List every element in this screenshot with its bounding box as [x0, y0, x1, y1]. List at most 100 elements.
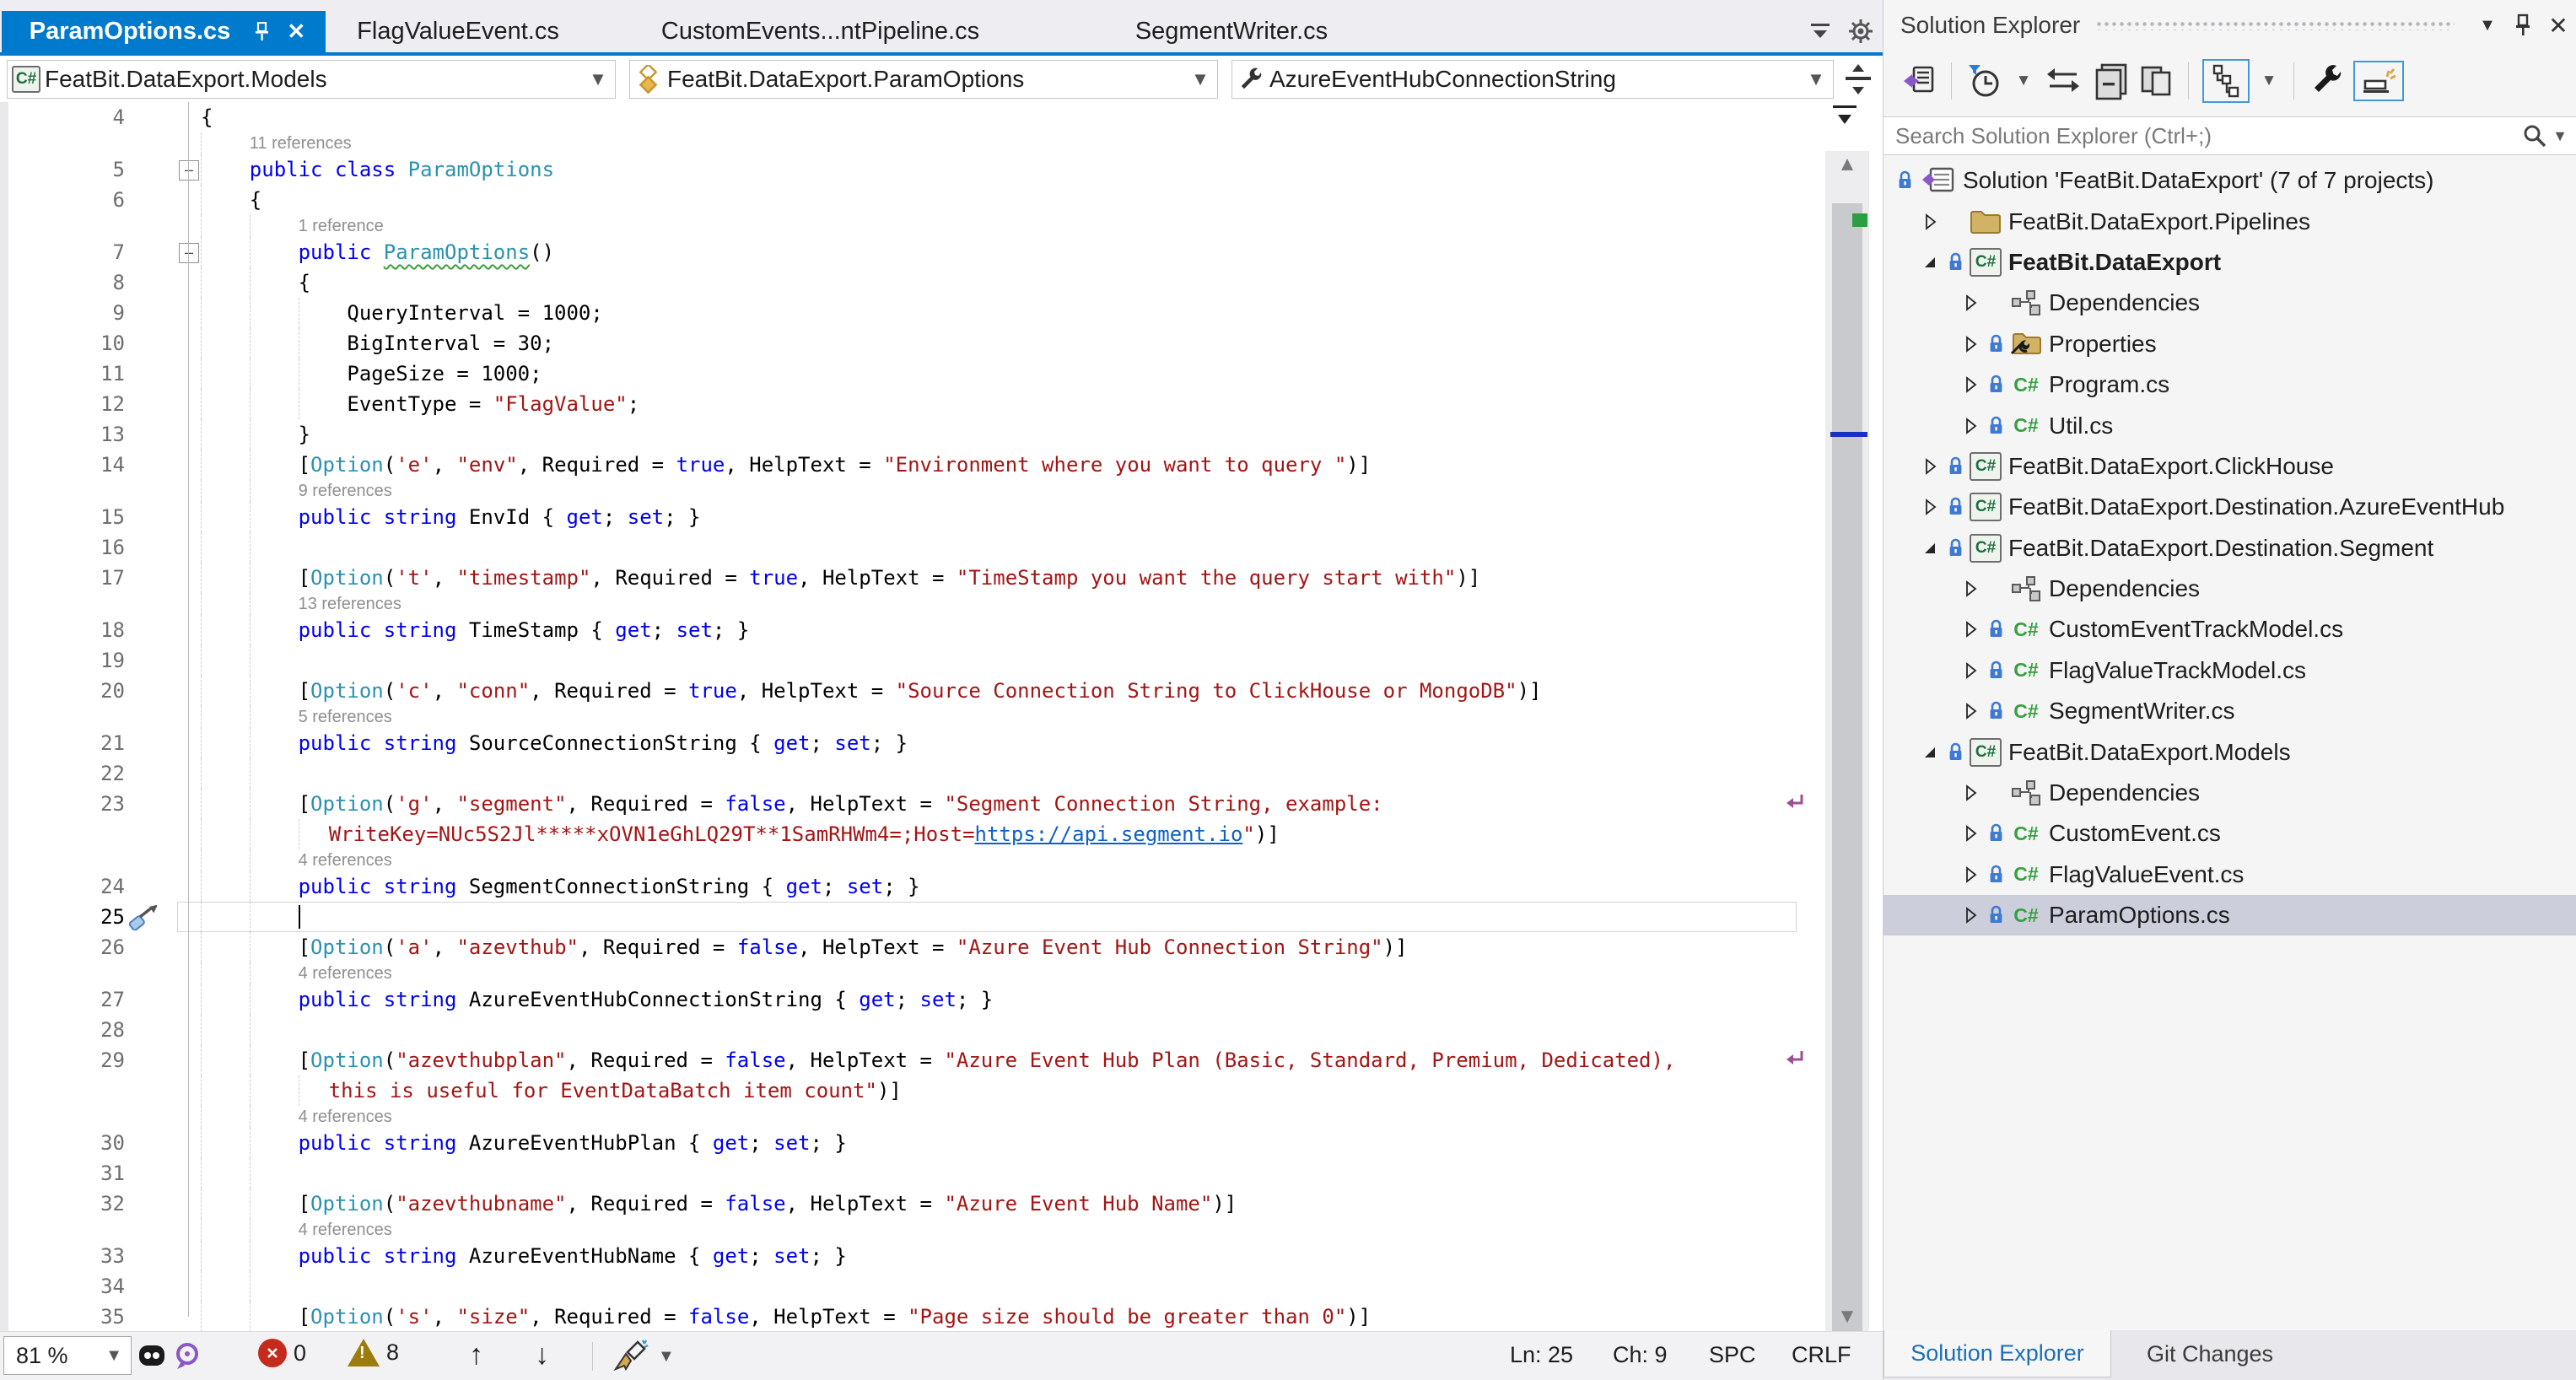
- code-text[interactable]: [201, 1015, 1788, 1045]
- tree-item-flagvaluetrackmodel-cs[interactable]: C#FlagValueTrackModel.cs: [1883, 650, 2576, 691]
- tree-item-customevent-cs[interactable]: C#CustomEvent.cs: [1883, 813, 2576, 854]
- tree-item-util-cs[interactable]: C#Util.cs: [1883, 405, 2576, 445]
- codelens-references[interactable]: 4 references: [299, 962, 392, 984]
- code-text[interactable]: public string AzureEventHubConnectionStr…: [201, 984, 1788, 1015]
- code-text[interactable]: BigInterval = 30;: [201, 328, 1788, 358]
- code-text[interactable]: [201, 532, 1788, 563]
- code-text[interactable]: [Option("azevthubname", Required = false…: [201, 1189, 1788, 1219]
- pin-icon[interactable]: [245, 15, 279, 49]
- line-indicator[interactable]: Ln: 25: [1510, 1342, 1573, 1368]
- code-cleanup-button[interactable]: ▼: [612, 1339, 675, 1374]
- code-text[interactable]: PageSize = 1000;: [201, 358, 1788, 389]
- properties-wrench-icon[interactable]: [2308, 59, 2345, 103]
- code-text[interactable]: [Option('c', "conn", Required = true, He…: [201, 676, 1788, 706]
- code-text[interactable]: [Option('s', "size", Required = false, H…: [201, 1302, 1788, 1331]
- tree-item-paramoptions-cs[interactable]: C#ParamOptions.cs: [1883, 895, 2576, 935]
- code-line[interactable]: 16: [0, 532, 1822, 563]
- editor-scrollbar[interactable]: ▲ ▼: [1822, 102, 1883, 1331]
- caret-collapsed-icon[interactable]: [1956, 824, 1985, 843]
- caret-collapsed-icon[interactable]: [1956, 335, 1985, 353]
- code-wrap-line[interactable]: WriteKey=NUc5S2Jl*****xOVN1eGhLQ29T**1Sa…: [0, 819, 1822, 849]
- tab-ParamOptions.cs[interactable]: ParamOptions.cs✕: [2, 11, 326, 52]
- caret-expanded-icon[interactable]: [1916, 540, 1944, 557]
- code-wrap-line[interactable]: this is useful for EventDataBatch item c…: [0, 1075, 1822, 1106]
- tree-item-program-cs[interactable]: C#Program.cs: [1883, 364, 2576, 405]
- line-number[interactable]: 34: [0, 1271, 125, 1302]
- code-line[interactable]: 12EventType = "FlagValue";: [0, 389, 1822, 419]
- tab-FlagValueEvent.cs[interactable]: FlagValueEvent.cs: [326, 11, 590, 52]
- line-number[interactable]: 10: [0, 328, 125, 358]
- solution-explorer-search[interactable]: Search Solution Explorer (Ctrl+;) ▼: [1883, 116, 2576, 155]
- scroll-up-icon[interactable]: ▲: [1834, 153, 1861, 176]
- quick-actions-screwdriver-icon[interactable]: [128, 903, 157, 930]
- panel-tab-solution-explorer[interactable]: Solution Explorer: [1883, 1330, 2111, 1377]
- tab-CustomEvents...ntPipeline.cs[interactable]: CustomEvents...ntPipeline.cs: [590, 11, 1050, 52]
- line-number[interactable]: 27: [0, 984, 125, 1015]
- codelens-row[interactable]: 4 references: [0, 962, 1822, 984]
- error-indicator[interactable]: 0: [258, 1339, 306, 1367]
- code-text[interactable]: WriteKey=NUc5S2Jl*****xOVN1eGhLQ29T**1Sa…: [201, 819, 1788, 849]
- code-text[interactable]: [Option('a', "azevthub", Required = fals…: [201, 932, 1788, 962]
- line-number[interactable]: 28: [0, 1015, 125, 1045]
- type-dropdown[interactable]: FeatBit.DataExport.ParamOptions ▼: [629, 60, 1218, 99]
- line-number[interactable]: 8: [0, 267, 125, 298]
- code-line[interactable]: 27 public string AzureEventHubConnectionS…: [0, 984, 1822, 1015]
- codelens-row[interactable]: 1 reference: [0, 215, 1822, 237]
- tree-item-properties[interactable]: Properties: [1883, 324, 2576, 364]
- panel-tab-git-changes[interactable]: Git Changes: [2121, 1330, 2298, 1377]
- codelens-references[interactable]: 13 references: [299, 593, 401, 615]
- window-position-chevron-icon[interactable]: ▼: [2470, 8, 2505, 42]
- caret-collapsed-icon[interactable]: [1956, 661, 1985, 680]
- member-dropdown[interactable]: AzureEventHubConnectionString ▼: [1231, 60, 1834, 99]
- code-line[interactable]: 21public string SourceConnectionString {…: [0, 728, 1822, 758]
- close-icon[interactable]: ✕: [2541, 8, 2576, 42]
- tree-item-dependencies[interactable]: Dependencies: [1883, 283, 2576, 323]
- codelens-row[interactable]: 4 references: [0, 1219, 1822, 1241]
- line-number[interactable]: 13: [0, 419, 125, 450]
- column-indicator[interactable]: Ch: 9: [1613, 1342, 1668, 1368]
- tree-item-dependencies[interactable]: Dependencies: [1883, 773, 2576, 813]
- line-number[interactable]: 32: [0, 1189, 125, 1219]
- line-number[interactable]: 26: [0, 932, 125, 962]
- codelens-references[interactable]: 4 references: [299, 1219, 392, 1241]
- codelens-row[interactable]: 11 references: [0, 132, 1822, 154]
- project-dropdown[interactable]: C# FeatBit.DataExport.Models ▼: [7, 60, 616, 99]
- code-line[interactable]: 13}: [0, 419, 1822, 450]
- preview-items-toggle[interactable]: [2353, 61, 2404, 101]
- tree-item-featbit-dataexport[interactable]: C#FeatBit.DataExport: [1883, 242, 2576, 283]
- line-number[interactable]: 12: [0, 389, 125, 419]
- line-number[interactable]: 24: [0, 871, 125, 902]
- tree-item-flagvalueevent-cs[interactable]: C#FlagValueEvent.cs: [1883, 854, 2576, 895]
- document-list-dropdown-icon[interactable]: [1803, 17, 1837, 46]
- indent-mode-indicator[interactable]: SPC: [1709, 1342, 1756, 1368]
- code-line[interactable]: 25: [0, 902, 1822, 932]
- tree-item-dependencies[interactable]: Dependencies: [1883, 569, 2576, 609]
- line-number[interactable]: 21: [0, 728, 125, 758]
- code-text[interactable]: this is useful for EventDataBatch item c…: [201, 1075, 1788, 1106]
- code-text[interactable]: public string AzureEventHubPlan { get; s…: [201, 1128, 1788, 1158]
- code-text[interactable]: [201, 758, 1788, 789]
- fold-collapse-box[interactable]: –: [179, 243, 199, 263]
- code-text[interactable]: [201, 1271, 1788, 1302]
- code-line[interactable]: 20[Option('c', "conn", Required = true, …: [0, 676, 1822, 706]
- tree-item-featbit-dataexport-models[interactable]: C#FeatBit.DataExport.Models: [1883, 731, 2576, 772]
- caret-collapsed-icon[interactable]: [1956, 579, 1985, 598]
- caret-collapsed-icon[interactable]: [1956, 906, 1985, 924]
- code-line[interactable]: 4{: [0, 102, 1822, 132]
- codelens-references[interactable]: 9 references: [299, 480, 392, 502]
- filter-chevron-icon[interactable]: ▼: [2013, 59, 2034, 103]
- line-number[interactable]: 30: [0, 1128, 125, 1158]
- line-number[interactable]: 31: [0, 1158, 125, 1189]
- tree-item-featbit-dataexport-destination-azureeventhub[interactable]: C#FeatBit.DataExport.Destination.AzureEv…: [1883, 487, 2576, 527]
- code-line[interactable]: 32 [Option("azevthubname", Required = fal…: [0, 1189, 1822, 1219]
- line-number[interactable]: 5: [0, 154, 125, 185]
- caret-collapsed-icon[interactable]: [1956, 784, 1985, 802]
- code-text[interactable]: {: [201, 102, 1788, 132]
- caret-collapsed-icon[interactable]: [1916, 457, 1944, 476]
- line-number[interactable]: 29: [0, 1045, 125, 1075]
- line-number[interactable]: 33: [0, 1241, 125, 1271]
- search-icon[interactable]: [2522, 123, 2552, 148]
- code-line[interactable]: 18public string TimeStamp { get; set; }: [0, 615, 1822, 645]
- code-line[interactable]: 8{: [0, 267, 1822, 298]
- code-line[interactable]: 31: [0, 1158, 1822, 1189]
